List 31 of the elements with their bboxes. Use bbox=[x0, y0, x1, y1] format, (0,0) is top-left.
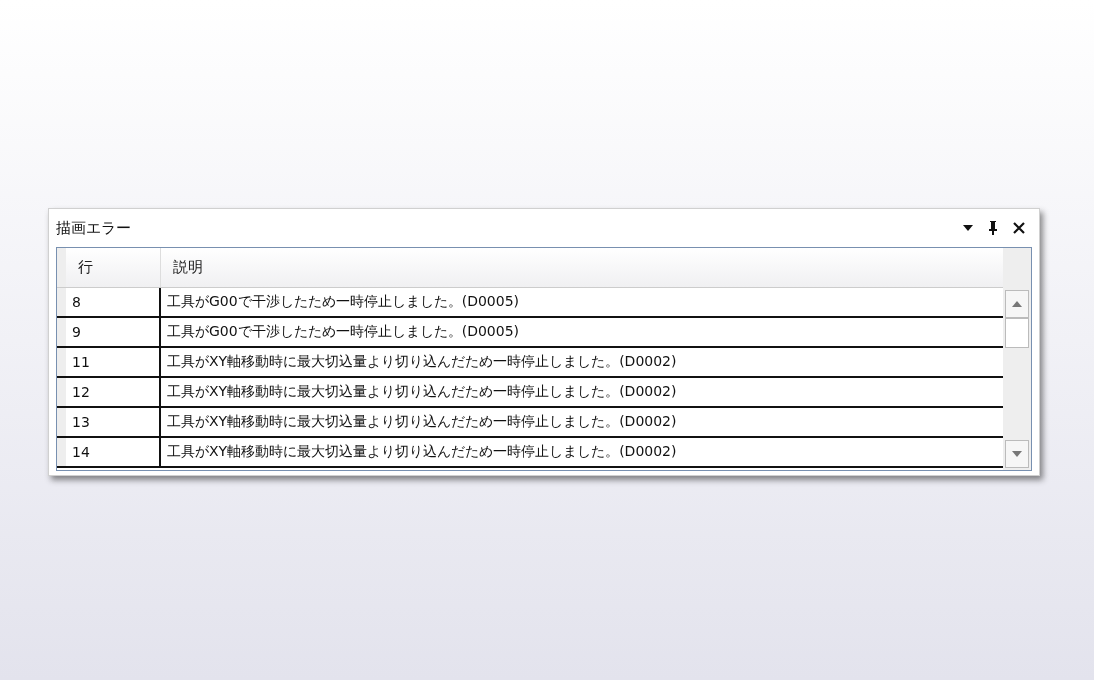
table-cell-text: 工具がXY軸移動時に最大切込量より切り込んだため一時停止しました。(D0002) bbox=[166, 382, 678, 401]
table-cell: 9 bbox=[66, 318, 161, 346]
row-header[interactable] bbox=[57, 378, 66, 406]
table-cell-text: 工具がXY軸移動時に最大切込量より切り込んだため一時停止しました。(D0002) bbox=[166, 352, 678, 371]
pin-icon[interactable] bbox=[988, 220, 998, 236]
table-cell: 12 bbox=[66, 378, 161, 406]
row-header[interactable] bbox=[57, 318, 66, 346]
up-arrow-icon bbox=[1012, 301, 1022, 307]
dropdown-icon[interactable] bbox=[962, 224, 974, 232]
scroll-down-button[interactable] bbox=[1005, 440, 1029, 468]
row-header[interactable] bbox=[57, 288, 66, 316]
scrollbar[interactable] bbox=[1003, 288, 1031, 470]
row-header[interactable] bbox=[57, 438, 66, 466]
table-cell-text: 工具がXY軸移動時に最大切込量より切り込んだため一時停止しました。(D0002) bbox=[166, 412, 678, 431]
table-cell: 14 bbox=[66, 438, 161, 466]
panel-title: 描画エラー bbox=[56, 218, 131, 238]
table-cell: 8 bbox=[66, 288, 161, 316]
column-header[interactable]: 行 bbox=[66, 248, 161, 287]
row-header[interactable] bbox=[57, 348, 66, 376]
row-header[interactable] bbox=[57, 408, 66, 436]
table-cell: 13 bbox=[66, 408, 161, 436]
close-icon[interactable] bbox=[1012, 221, 1026, 235]
corner-header bbox=[57, 248, 66, 287]
table-cell-text: 工具がG00で干渉したため一時停止しました。(D0005) bbox=[166, 292, 520, 311]
scrollbar-thumb[interactable] bbox=[1005, 318, 1029, 348]
down-arrow-icon bbox=[1012, 451, 1022, 457]
scroll-up-button[interactable] bbox=[1005, 290, 1029, 318]
table-cell-text: 工具がXY軸移動時に最大切込量より切り込んだため一時停止しました。(D0002) bbox=[166, 442, 678, 461]
table-cell-text: 工具がG00で干渉したため一時停止しました。(D0005) bbox=[166, 322, 520, 341]
column-header[interactable]: 説明 bbox=[161, 248, 1003, 287]
table-cell: 11 bbox=[66, 348, 161, 376]
